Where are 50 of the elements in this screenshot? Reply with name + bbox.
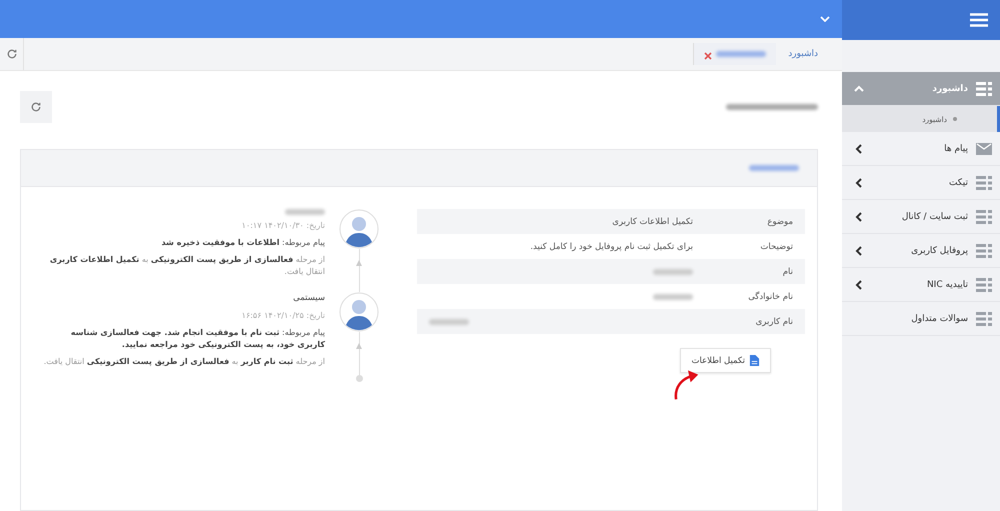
chevron-left-icon (854, 280, 864, 290)
arrow-up-icon (354, 259, 362, 267)
menu-icon[interactable] (970, 13, 988, 27)
grid-icon (976, 312, 992, 326)
field-label: نام (782, 266, 793, 276)
entry-step: از مرحله ثبت نام کاربر به فعالسازی از طریق پست الکترونیکی انتقال یافت. (44, 356, 325, 368)
entry-date: تاریخ: ۱۴۰۲/۱۰/۲۵ ۱۶:۵۶ (242, 310, 325, 322)
chevron-left-icon (854, 178, 864, 188)
redacted-text (429, 318, 469, 324)
grid-icon (976, 176, 992, 190)
grid-icon (976, 278, 992, 292)
sidebar-item[interactable]: پیام ها (842, 132, 1000, 166)
entry-message: پیام مربوطه: اطلاعات با موفقیت ذخیره شد (161, 237, 325, 249)
redacted-text (285, 209, 325, 215)
envelope-icon (976, 142, 992, 154)
field-value: تکمیل اطلاعات کاربری (612, 216, 693, 226)
grid-icon (976, 82, 992, 96)
field-label: موضوع (766, 216, 793, 226)
chevron-left-icon (854, 246, 864, 256)
redacted-text (716, 51, 766, 57)
author-name: سیستمی (293, 292, 325, 305)
redacted-text (653, 294, 693, 300)
sidebar-item[interactable]: تاییدیه NIC (842, 268, 1000, 302)
redacted-text (749, 165, 799, 171)
field-value: برای تکمیل ثبت نام پروفایل خود را کامل کنید. (530, 242, 693, 252)
field-label: نام خانوادگی (747, 292, 793, 302)
sidebar-item[interactable]: پروفایل کاربری (842, 234, 1000, 268)
chevron-left-icon (854, 212, 864, 222)
refresh-icon (30, 101, 42, 113)
complete-info-button[interactable]: تکمیل اطلاعات (680, 348, 771, 373)
sidebar-item[interactable]: سوالات متداول (842, 302, 1000, 336)
sidebar-item[interactable]: تیکت (842, 166, 1000, 200)
breadcrumb-link[interactable]: داشبورد (776, 49, 842, 59)
entry-step: از مرحله فعالسازی از طریق پست الکترونیکی به تکمیل اطلاعات کاربری انتقال یافت. (41, 254, 325, 278)
close-icon[interactable] (704, 52, 712, 60)
entry-date: تاریخ: ۱۴۰۲/۱۰/۳۰ ۱۰:۱۷ (242, 220, 325, 232)
chevron-down-icon[interactable] (820, 16, 830, 22)
field-label: توضیحات (759, 242, 793, 252)
chevron-up-icon (854, 84, 864, 94)
grid-icon (976, 210, 992, 224)
chevron-left-icon (854, 144, 864, 154)
document-icon (749, 354, 760, 367)
arrow-up-icon (354, 342, 362, 350)
sidebar-item[interactable]: ثبت سایت / کانال (842, 200, 1000, 234)
refresh-icon (6, 48, 18, 60)
redacted-text (653, 268, 693, 274)
entry-message: پیام مربوطه: ثبت نام با موفقیت انجام شد. جهت فعالسازی شناسه کاربری خود، به پست الکترونیکی خود مراجعه نمایید. (70, 326, 325, 351)
refresh-button[interactable] (20, 91, 52, 123)
field-label: نام کاربری (754, 316, 793, 326)
grid-icon (976, 244, 992, 258)
